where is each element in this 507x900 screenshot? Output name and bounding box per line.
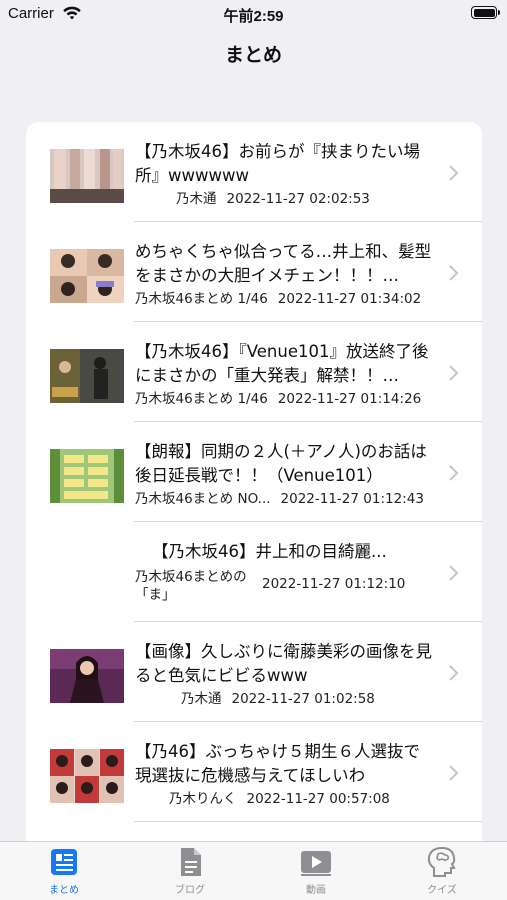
article-title: 【朗報】同期の２人(＋アノ人)のお話は後日延長戦で！！（Venue101） [135,442,427,485]
battery-icon [471,6,500,19]
thumbnail-green [50,449,124,503]
chevron-right-icon [449,665,459,681]
article-source: 乃木坂46まとめの「ま」 [135,569,247,603]
article-date: 2022-11-27 02:02:53 [226,191,370,207]
article-date: 2022-11-27 01:12:10 [262,576,406,592]
tab-label: クイズ [427,885,457,896]
tab-label: まとめ [49,885,79,896]
list-item[interactable]: 【乃木坂46】『Venue101』放送終了後にまさかの「重大発表」解禁！！… 乃… [26,322,482,422]
tab-label: 動画 [306,885,326,896]
article-date: 2022-11-27 01:12:43 [280,491,424,507]
newspaper-icon [51,849,77,875]
page-title: まとめ [224,44,282,66]
list-item[interactable]: 【画像】久しぶりに衛藤美彩の画像を見ると色気にビビるwww 乃木通 2022-11… [26,622,482,722]
thumbnail-grid [50,749,124,803]
chevron-right-icon [449,565,459,581]
tab-label: ブログ [175,885,205,896]
article-title: 【乃木坂46】お前らが『挟まりたい場所』wwwwww [135,142,420,185]
list-item[interactable]: 【朗報】同期の２人(＋アノ人)のお話は後日延長戦で！！（Venue101） 乃木… [26,422,482,522]
article-title: 【画像】久しぶりに衛藤美彩の画像を見ると色気にビビるwww [135,642,432,685]
article-title: 【乃木坂46】『Venue101』放送終了後にまさかの「重大発表」解禁！！… [135,342,429,385]
thumbnail-legs [50,149,124,203]
chevron-right-icon [449,165,459,181]
thumbnail-portrait [50,649,124,703]
article-date: 2022-11-27 00:57:08 [246,791,390,807]
tab-video[interactable]: 動画 [253,846,379,898]
thumbnail-stage [50,349,124,403]
article-source: 乃木通 [176,191,217,207]
document-icon [181,848,201,876]
chevron-right-icon [449,765,459,781]
article-date: 2022-11-27 01:34:02 [277,291,422,307]
article-date: 2022-11-27 01:02:58 [231,691,375,707]
article-source: 乃木通 [181,691,222,707]
article-title: 【乃46】ぶっちゃけ５期生６人選抜で現選抜に危機感与えてほしいわ [135,742,420,785]
article-source: 乃木坂46まとめ 1/46 [135,391,268,407]
chevron-right-icon [449,465,459,481]
tab-quiz[interactable]: クイズ [379,846,505,898]
tab-blog[interactable]: ブログ [127,846,253,898]
article-source: 乃木りんく [169,791,237,807]
list-item[interactable]: 【乃46】ぶっちゃけ５期生６人選抜で現選抜に危機感与えてほしいわ 乃木りんく 20… [26,722,482,822]
article-source: 乃木坂46まとめ 1/46 [135,291,268,307]
tab-bar: まとめ ブログ 動画 クイズ [0,841,507,900]
status-bar: Carrier 午前2:59 [0,0,507,28]
brain-icon [427,846,456,877]
list-item[interactable]: 【乃木坂46】井上和の目綺麗... 乃木坂46まとめの「ま」 2022-11-2… [26,522,482,622]
video-icon [301,851,331,876]
chevron-right-icon [449,365,459,381]
thumbnail-girls [50,249,124,303]
list-item[interactable]: 【乃木坂46】お前らが『挟まりたい場所』wwwwww 乃木通 2022-11-27… [26,122,482,222]
article-title: めちゃくちゃ似合ってる…井上和、髪型をまさかの大胆イメチェン！！！… [135,242,432,285]
article-date: 2022-11-27 01:14:26 [277,391,422,407]
article-list: 【乃木坂46】お前らが『挟まりたい場所』wwwwww 乃木通 2022-11-27… [26,122,482,882]
article-title: 【乃木坂46】井上和の目綺麗... [152,542,387,561]
chevron-right-icon [449,265,459,281]
clock: 午前2:59 [223,8,284,25]
article-source: 乃木坂46まとめ NO... [135,491,271,507]
tab-matome[interactable]: まとめ [1,846,127,898]
list-item[interactable]: めちゃくちゃ似合ってる…井上和、髪型をまさかの大胆イメチェン！！！… 乃木坂46… [26,222,482,322]
